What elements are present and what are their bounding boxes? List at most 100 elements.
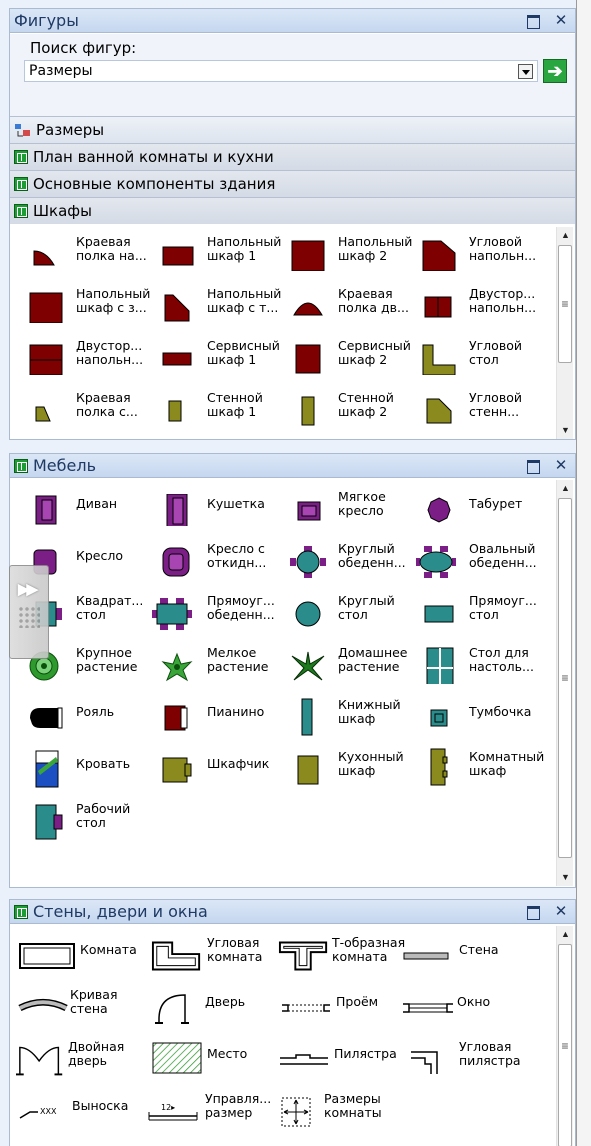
stencil-item-building-core[interactable]: Основные компоненты здания [10, 170, 575, 197]
shape-label: Напольный шкаф с з... [76, 286, 151, 315]
shape-label: Рабочий стол [76, 801, 131, 830]
shape-item[interactable]: Кушетка [147, 484, 278, 536]
shape-item[interactable]: Краевая полка с... [16, 385, 147, 437]
scroll-up-icon[interactable]: ▲ [557, 480, 574, 497]
shape-item[interactable]: Угловой стенн... [409, 385, 540, 437]
scroll-thumb[interactable] [558, 944, 572, 1146]
shape-item[interactable]: Рояль [16, 692, 147, 744]
shape-item[interactable]: Стена [403, 930, 538, 982]
shape-item[interactable]: Пилястра [276, 1034, 407, 1086]
shape-item[interactable]: Т-образная комната [276, 930, 407, 982]
shapes-window-collapse-handle[interactable]: ▶▶ [9, 565, 49, 659]
stencil-item-dimensions[interactable]: Размеры [10, 116, 575, 143]
stencil-item-bathroom[interactable]: План ванной комнаты и кухни [10, 143, 575, 170]
shape-item[interactable]: Круглый обеденн... [278, 536, 409, 588]
shape-label: Мелкое растение [207, 645, 269, 674]
shape-item[interactable]: Угловой напольн... [409, 229, 540, 281]
shape-item[interactable]: Размеры комнаты [276, 1086, 407, 1138]
shape-item[interactable]: Овальный обеденн... [409, 536, 540, 588]
shape-item[interactable]: Тумбочка [409, 692, 540, 744]
close-icon[interactable]: ✕ [553, 457, 569, 473]
shape-item[interactable]: Комнатный шкаф [409, 744, 544, 796]
shape-item[interactable]: Кресло с откидн... [147, 536, 278, 588]
shape-item[interactable]: Книжный шкаф [278, 692, 409, 744]
maximize-icon[interactable] [525, 903, 541, 919]
maximize-icon[interactable] [525, 457, 541, 473]
shape-item[interactable]: Напольный шкаф 2 [278, 229, 412, 281]
scroll-thumb[interactable] [558, 245, 572, 363]
shape-item[interactable]: Краевая полка дв... [278, 281, 409, 333]
shape-label: Кривая стена [70, 987, 118, 1016]
shape-item[interactable]: Проём [276, 982, 407, 1034]
shape-item[interactable]: Двустор... напольн... [16, 333, 147, 385]
scroll-up-icon[interactable]: ▲ [557, 227, 574, 244]
maximize-icon[interactable] [525, 12, 541, 28]
scroll-down-icon[interactable]: ▼ [557, 422, 574, 439]
scroll-up-icon[interactable]: ▲ [557, 926, 574, 943]
kitchen-cabinet-icon [297, 755, 319, 785]
shape-item[interactable]: Место [145, 1034, 276, 1086]
shape-item[interactable]: 12▸ Управля... размер [145, 1086, 276, 1138]
walls-panel-titlebar[interactable]: Стены, двери и окна ✕ [10, 900, 575, 924]
scroll-thumb[interactable] [558, 498, 572, 858]
furniture-scrollbar[interactable]: ▲ ▼ [556, 480, 573, 886]
search-input[interactable]: Размеры [24, 60, 538, 82]
shape-item[interactable]: Диван [16, 484, 147, 536]
stencil-icon [14, 904, 28, 919]
shape-item[interactable]: Дверь [145, 982, 276, 1034]
shape-item[interactable]: Стенной шкаф 2 [278, 385, 409, 437]
soft-chair-icon [297, 501, 321, 521]
shape-item[interactable]: Угловая пилястра [407, 1034, 538, 1086]
shape-item[interactable]: Домашнее растение [278, 640, 409, 692]
stencil-item-label: Шкафы [33, 202, 92, 220]
shape-label: Угловая комната [207, 935, 263, 964]
shapes-panel-titlebar[interactable]: Фигуры ✕ [10, 9, 575, 33]
close-icon[interactable]: ✕ [553, 12, 569, 28]
corner-room-icon [151, 941, 201, 971]
shape-item[interactable]: Комната [14, 930, 145, 982]
close-icon[interactable]: ✕ [553, 903, 569, 919]
shape-item[interactable]: Кухонный шкаф [278, 744, 409, 796]
shape-item[interactable]: Стол для настоль... [409, 640, 540, 692]
rect-table-icon [424, 605, 454, 623]
stencil-icon [14, 177, 28, 191]
shape-item[interactable]: Пианино [147, 692, 278, 744]
shape-label: Кухонный шкаф [338, 749, 404, 778]
shape-item[interactable]: Кровать [16, 744, 147, 796]
shape-item[interactable]: Угловой стол [409, 333, 540, 385]
search-input-value: Размеры [29, 63, 93, 79]
dropdown-arrow-icon[interactable] [518, 64, 533, 79]
shape-label: Крупное растение [76, 645, 138, 674]
shape-item[interactable]: Прямоуг... стол [409, 588, 540, 640]
shape-item[interactable]: Прямоуг... обеденн... [147, 588, 278, 640]
shape-item[interactable]: Напольный шкаф с з... [16, 281, 150, 333]
shape-item[interactable]: Сервисный шкаф 2 [278, 333, 411, 385]
shape-label: Пилястра [334, 1046, 397, 1061]
shape-item[interactable]: Мелкое растение [147, 640, 278, 692]
shape-item[interactable]: Окно [403, 982, 538, 1034]
shape-item[interactable]: Напольный шкаф с т... [147, 281, 281, 333]
shape-item[interactable]: Круглый стол [278, 588, 409, 640]
callout-icon: XXX [19, 1107, 57, 1119]
double-chevron-right-icon: ▶▶ [18, 581, 38, 598]
search-go-button[interactable]: ➔ [543, 59, 567, 83]
shape-item[interactable]: Краевая полка на... [16, 229, 147, 281]
space-icon [152, 1042, 202, 1074]
shape-item[interactable]: Двойная дверь [14, 1034, 145, 1086]
shape-item[interactable]: Напольный шкаф 1 [147, 229, 281, 281]
shape-item[interactable]: XXX Выноска [14, 1086, 145, 1138]
shape-item[interactable]: Стенной шкаф 1 [147, 385, 278, 437]
shape-item[interactable]: Двустор... напольн... [409, 281, 540, 333]
cabinet-scrollbar[interactable]: ▲ ▼ [556, 227, 573, 439]
shape-item[interactable]: Сервисный шкаф 1 [147, 333, 280, 385]
shape-item[interactable]: Кривая стена [14, 982, 145, 1034]
scroll-down-icon[interactable]: ▼ [557, 869, 574, 886]
shape-item[interactable]: Рабочий стол [16, 796, 147, 848]
shape-item[interactable]: Мягкое кресло [278, 484, 409, 536]
shape-item[interactable]: Табурет [409, 484, 540, 536]
stencil-item-cabinets[interactable]: Шкафы [10, 197, 575, 224]
shape-item[interactable]: Угловая комната [145, 930, 276, 982]
furniture-panel-titlebar[interactable]: Мебель ✕ [10, 454, 575, 478]
walls-scrollbar[interactable]: ▲ [556, 926, 573, 1146]
shape-item[interactable]: Шкафчик [147, 744, 278, 796]
